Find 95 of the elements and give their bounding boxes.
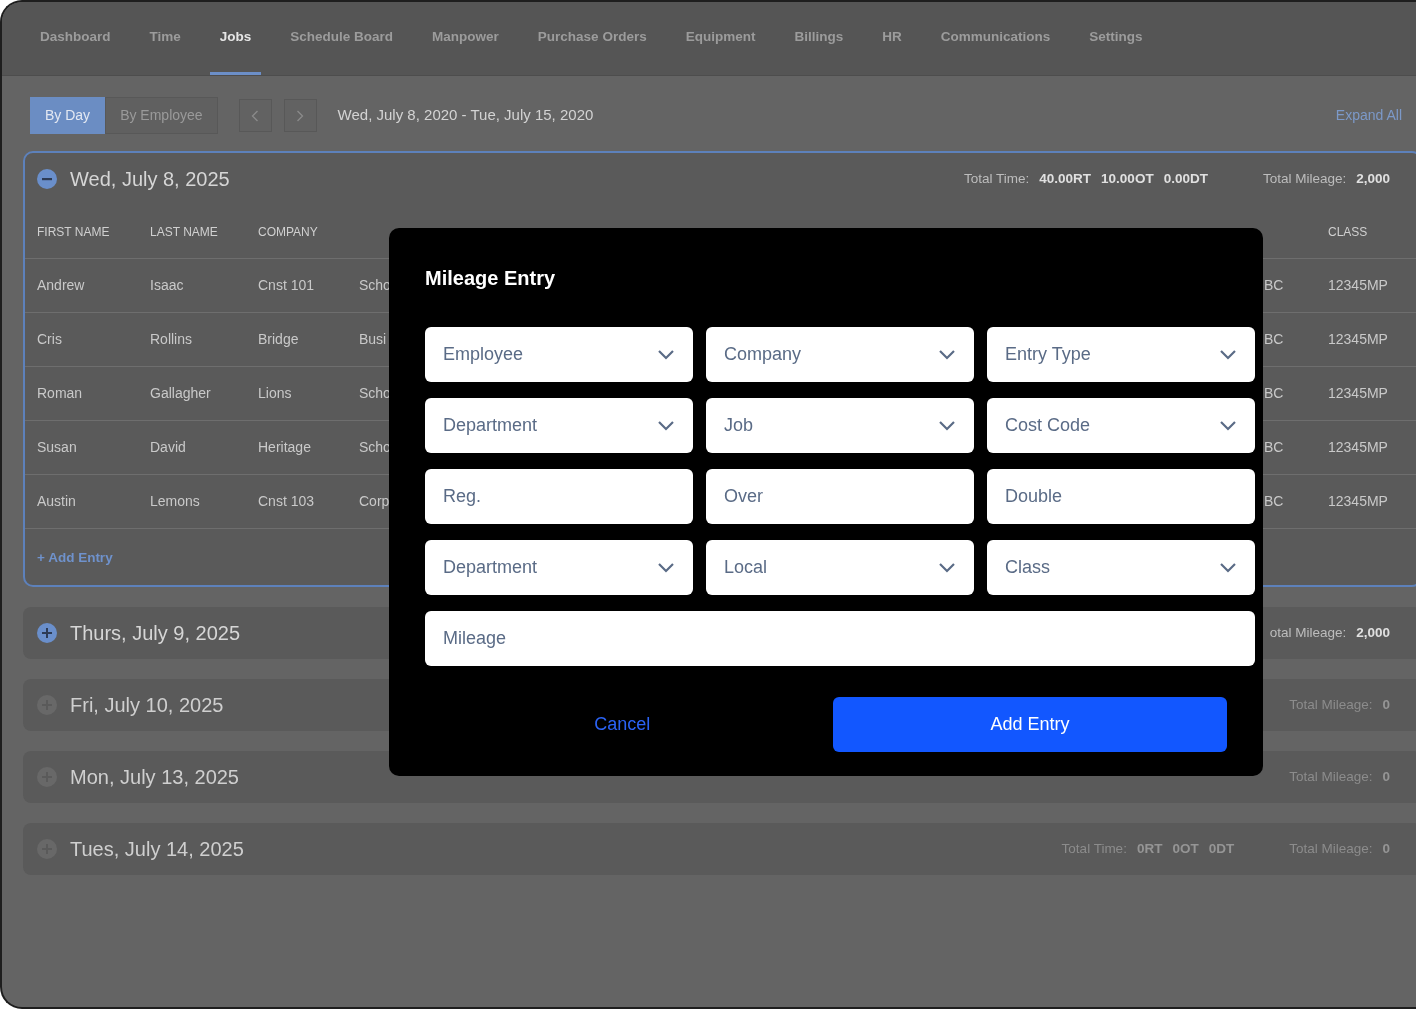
chevron-icon [938, 420, 956, 431]
total-mileage-label: otal Mileage: [1269, 624, 1347, 643]
table-cell-text: 12345MP [1328, 438, 1388, 457]
expand-all-link[interactable]: Expand All [1335, 105, 1402, 126]
table-cell-text: Busi [359, 330, 387, 349]
table-cell-text: Isaac [150, 276, 184, 295]
dropdown-field[interactable]: Job [706, 398, 974, 453]
dropdown-field[interactable]: Class [987, 540, 1255, 595]
table-cell-text: BC [1264, 492, 1284, 511]
day-title: Tues, July 14, 2025 [70, 837, 244, 863]
day-title: Mon, July 13, 2025 [70, 765, 239, 791]
total-mileage-value: 2,000 [1356, 169, 1390, 188]
chevron-icon [1219, 562, 1237, 573]
modal-title: Mileage Entry [425, 266, 557, 290]
table-cell-text: 12345MP [1328, 492, 1388, 511]
cancel-button[interactable]: Cancel [590, 711, 655, 738]
table-cell-text: BC [1264, 276, 1284, 295]
next-button[interactable] [283, 99, 317, 132]
table-cell-text: Cnst 101 [258, 276, 315, 295]
table-cell-text: Bridge [258, 330, 299, 349]
input-field[interactable]: Mileage [425, 611, 1255, 666]
total-time-value: 40.00RT [1039, 169, 1092, 188]
table-cell-text: Austin [37, 492, 76, 511]
chevron-icon [657, 420, 675, 431]
table-cell-text: Andrew [37, 276, 85, 295]
table-cell-text: 12345MP [1328, 330, 1388, 349]
day-title: Thurs, July 9, 2025 [70, 621, 241, 647]
total-time-value: 0RT [1136, 840, 1163, 859]
nav-tab[interactable]: Purchase Orders [527, 2, 657, 75]
dropdown-field[interactable]: Local [706, 540, 974, 595]
nav-tab[interactable]: Billings [784, 2, 854, 75]
table-cell-text: BC [1264, 384, 1284, 403]
total-mileage-value: 0 [1382, 768, 1390, 787]
add-entry-link[interactable]: + Add Entry [37, 548, 113, 569]
table-cell-text: BC [1264, 438, 1284, 457]
table-cell-text: 12345MP [1328, 276, 1388, 295]
table-cell-text: 12345MP [1328, 384, 1388, 403]
table-cell-text: Heritage [258, 438, 311, 457]
day-title: Fri, July 10, 2025 [70, 693, 224, 719]
total-time-label: Total Time: [964, 169, 1030, 188]
total-time-value: 10.00OT [1101, 169, 1154, 188]
total-time-value: 0.00DT [1163, 169, 1208, 188]
chevron-icon [657, 562, 675, 573]
table-cell-text: Rollins [150, 330, 192, 349]
column-header: FIRST NAME [37, 223, 111, 241]
view-toggle[interactable]: By Day [30, 97, 106, 134]
chevron-icon [1219, 420, 1237, 431]
table-cell-text: Susan [37, 438, 77, 457]
input-field[interactable]: Double [987, 469, 1255, 524]
table-cell-text: Corp [359, 492, 390, 511]
table-cell-text: Lemons [150, 492, 200, 511]
dropdown-field[interactable]: Cost Code [987, 398, 1255, 453]
nav-tab[interactable]: Dashboard [30, 2, 121, 75]
total-mileage-label: Total Mileage: [1262, 169, 1347, 188]
nav-tab[interactable]: Settings [1079, 2, 1153, 75]
day-title: Wed, July 8, 2025 [70, 167, 230, 192]
total-time-value: 0OT [1172, 840, 1199, 859]
table-cell-text: David [150, 438, 186, 457]
chevron-icon [657, 349, 675, 360]
chevron-icon [938, 562, 956, 573]
input-field[interactable]: Over [706, 469, 974, 524]
nav-tab[interactable]: HR [872, 2, 912, 75]
expand-icon [37, 623, 57, 644]
table-cell-text: Cnst 103 [258, 492, 315, 511]
nav-tab[interactable]: Equipment [675, 2, 766, 75]
total-mileage-value: 2,000 [1356, 624, 1390, 643]
nav-tab[interactable]: Time [139, 2, 191, 75]
date-range: Wed, July 8, 2020 - Tue, July 15, 2020 [337, 105, 594, 126]
column-header: COMPANY [258, 223, 319, 241]
chevron-icon [938, 349, 956, 360]
input-field[interactable]: Reg. [425, 469, 693, 524]
nav-tab[interactable]: Communications [930, 2, 1061, 75]
table-cell-text: Lions [258, 384, 292, 403]
table-cell-text: Roman [37, 384, 83, 403]
dropdown-field[interactable]: Department [425, 540, 693, 595]
collapse-icon [37, 169, 57, 189]
column-header: LAST NAME [150, 223, 219, 241]
previous-button[interactable] [238, 99, 272, 132]
dropdown-field[interactable]: Entry Type [987, 327, 1255, 382]
dropdown-field[interactable]: Department [425, 398, 693, 453]
nav-tab[interactable]: Jobs [209, 2, 262, 75]
chevron-icon [1219, 349, 1237, 360]
nav-tab[interactable]: Schedule Board [280, 2, 404, 75]
table-cell-text: Gallagher [150, 384, 211, 403]
add-entry-button[interactable]: Add Entry [833, 697, 1227, 752]
total-time-value: 0DT [1208, 840, 1235, 859]
dropdown-field[interactable]: Employee [425, 327, 693, 382]
view-toggle[interactable]: By Employee [105, 97, 218, 134]
table-cell-text: Cris [37, 330, 62, 349]
nav-tab[interactable]: Manpower [422, 2, 509, 75]
dropdown-field[interactable]: Company [706, 327, 974, 382]
total-mileage-value: 0 [1382, 696, 1390, 715]
column-header: CLASS [1328, 223, 1369, 241]
total-mileage-value: 0 [1382, 840, 1390, 859]
table-cell-text: BC [1264, 330, 1284, 349]
